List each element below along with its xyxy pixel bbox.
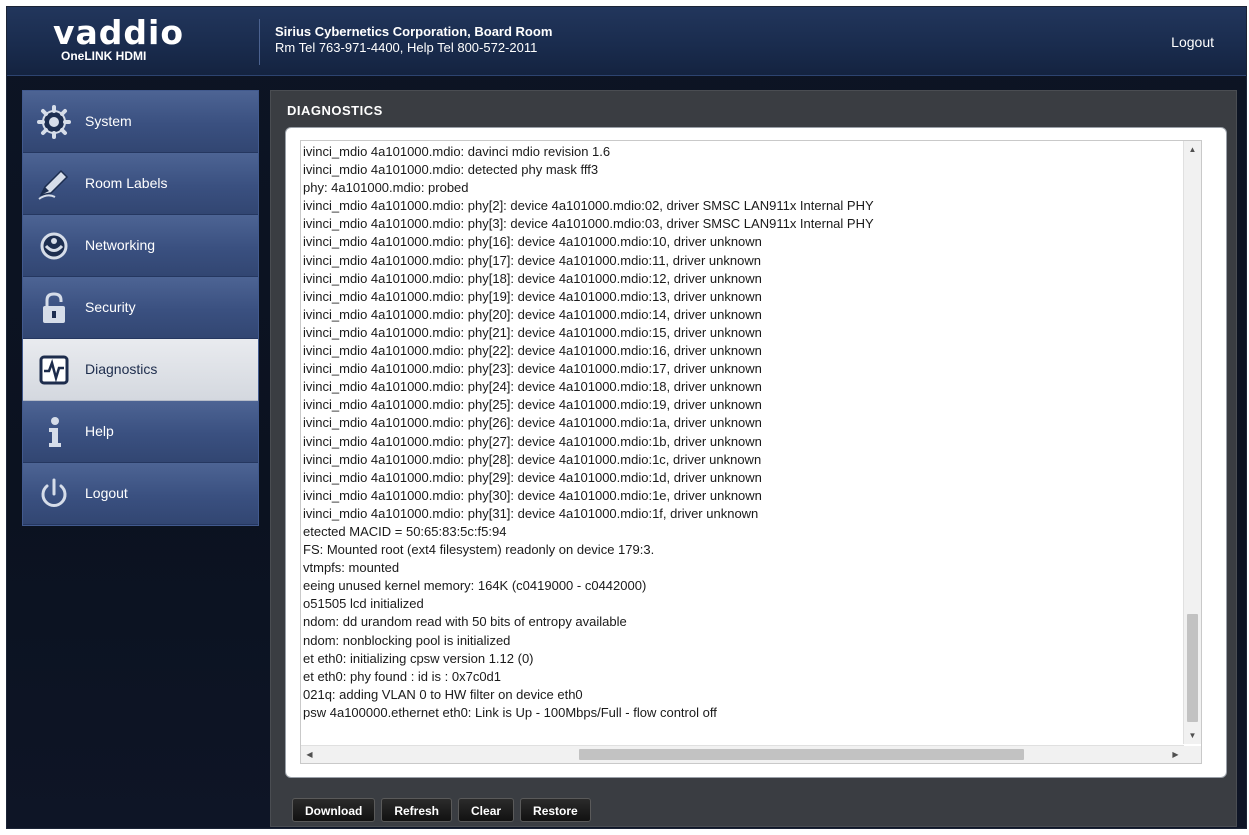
lock-icon [43,292,65,323]
log-line: etected MACID = 50:65:83:5c:f5:94 [303,523,507,539]
restore-button[interactable]: Restore [520,798,591,822]
log-line: ivinci_mdio 4a101000.mdio: phy[19]: devi… [303,288,762,304]
log-line: ivinci_mdio 4a101000.mdio: phy[27]: devi… [303,433,762,449]
scroll-up-arrow-icon[interactable]: ▲ [1184,141,1201,158]
log-lines: ivinci_mdio 4a101000.mdio: davinci mdio … [303,143,1183,741]
product-name: OneLINK HDMI [61,49,147,63]
diagnostics-panel: DIAGNOSTICS ivinci_mdio 4a101000.mdio: d… [270,90,1237,827]
pencil-icon [38,169,69,200]
log-line: ivinci_mdio 4a101000.mdio: phy[23]: devi… [303,361,762,377]
log-line: ivinci_mdio 4a101000.mdio: phy[18]: devi… [303,270,762,286]
sidebar-item-logout[interactable]: Logout [23,463,258,525]
sidebar-item-system[interactable]: System [23,91,258,153]
sidebar-item-networking[interactable]: Networking [23,215,258,277]
log-line: ivinci_mdio 4a101000.mdio: phy[21]: devi… [303,324,762,340]
sidebar-item-label: Room Labels [85,175,168,191]
power-icon [41,478,67,507]
log-line: et eth0: phy found : id is : 0x7c0d1 [303,668,502,684]
clear-button[interactable]: Clear [458,798,515,822]
room-phones: Rm Tel 763-971-4400, Help Tel 800-572-20… [275,40,538,55]
log-line: FS: Mounted root (ext4 filesystem) reado… [303,542,655,558]
sidebar-item-label: Diagnostics [85,361,158,377]
app-frame: vaddio OneLINK HDMI Sirius Cybernetics C… [6,6,1247,829]
network-icon [40,232,68,260]
scroll-right-arrow-icon[interactable]: ▶ [1167,746,1184,763]
log-line: ivinci_mdio 4a101000.mdio: phy[25]: devi… [303,397,762,413]
log-line: ivinci_mdio 4a101000.mdio: phy[24]: devi… [303,379,762,395]
log-line: ivinci_mdio 4a101000.mdio: phy[29]: devi… [303,469,762,485]
log-line: psw 4a100000.ethernet eth0: Link is Up -… [303,704,717,720]
scroll-left-arrow-icon[interactable]: ◀ [301,746,318,763]
header-logout-link[interactable]: Logout [1171,34,1214,50]
log-line: ivinci_mdio 4a101000.mdio: phy[3]: devic… [303,216,874,232]
scroll-down-arrow-icon[interactable]: ▼ [1184,727,1201,744]
action-buttons: Download Refresh Clear Restore [292,798,597,822]
log-line: ivinci_mdio 4a101000.mdio: phy[16]: devi… [303,234,762,250]
log-line: ivinci_mdio 4a101000.mdio: phy[30]: devi… [303,487,762,503]
page-title: DIAGNOSTICS [287,103,383,118]
log-line: ndom: nonblocking pool is initialized [303,632,511,648]
log-line: ivinci_mdio 4a101000.mdio: phy[26]: devi… [303,415,762,431]
log-line: eeing unused kernel memory: 164K (c04190… [303,578,647,594]
sidebar-nav: System Room Labels Networking Security D… [22,90,259,526]
logo-wordmark: vaddio [53,13,185,52]
log-line: ivinci_mdio 4a101000.mdio: phy[22]: devi… [303,343,762,359]
log-line: o51505 lcd initialized [303,596,424,612]
refresh-button[interactable]: Refresh [381,798,453,822]
sidebar-item-security[interactable]: Security [23,277,258,339]
room-name: Sirius Cybernetics Corporation, Board Ro… [275,24,553,39]
log-line: phy: 4a101000.mdio: probed [303,180,469,196]
sidebar-item-label: Security [85,299,136,315]
log-container: ivinci_mdio 4a101000.mdio: davinci mdio … [285,127,1227,778]
log-line: 021q: adding VLAN 0 to HW filter on devi… [303,686,583,702]
log-line: ivinci_mdio 4a101000.mdio: phy[28]: devi… [303,451,762,467]
log-line: ivinci_mdio 4a101000.mdio: phy[2]: devic… [303,198,874,214]
vertical-scrollbar[interactable]: ▲ ▼ [1183,141,1201,744]
log-line: et eth0: initializing cpsw version 1.12 … [303,650,534,666]
diagnostics-icon [39,355,69,385]
download-button[interactable]: Download [292,798,376,822]
vertical-scroll-thumb[interactable] [1187,614,1198,722]
log-line: ivinci_mdio 4a101000.mdio: phy[17]: devi… [303,252,761,268]
log-line: ivinci_mdio 4a101000.mdio: detected phy … [303,162,599,178]
header: vaddio OneLINK HDMI Sirius Cybernetics C… [7,7,1246,76]
resize-grip-icon[interactable] [1184,746,1201,763]
sidebar-item-diagnostics[interactable]: Diagnostics [23,339,258,401]
vaddio-logo: vaddio OneLINK HDMI [49,13,229,69]
header-divider [259,19,260,65]
gear-icon [37,105,71,139]
log-line: ndom: dd urandom read with 50 bits of en… [303,614,627,630]
sidebar-item-label: Help [85,423,114,439]
log-line: ivinci_mdio 4a101000.mdio: phy[31]: devi… [303,505,759,521]
log-line: ivinci_mdio 4a101000.mdio: davinci mdio … [303,144,611,159]
log-line: ivinci_mdio 4a101000.mdio: phy[20]: devi… [303,306,762,322]
log-line: vtmpfs: mounted [303,560,400,576]
sidebar-item-label: Logout [85,485,128,501]
horizontal-scrollbar[interactable]: ◀ ▶ [301,745,1184,763]
horizontal-scroll-thumb[interactable] [579,749,1024,760]
info-icon [49,417,61,447]
diagnostics-log[interactable]: ivinci_mdio 4a101000.mdio: davinci mdio … [300,140,1202,764]
sidebar-item-label: Networking [85,237,156,253]
sidebar-item-room-labels[interactable]: Room Labels [23,153,258,215]
sidebar-item-label: System [85,113,132,129]
sidebar-item-help[interactable]: Help [23,401,258,463]
